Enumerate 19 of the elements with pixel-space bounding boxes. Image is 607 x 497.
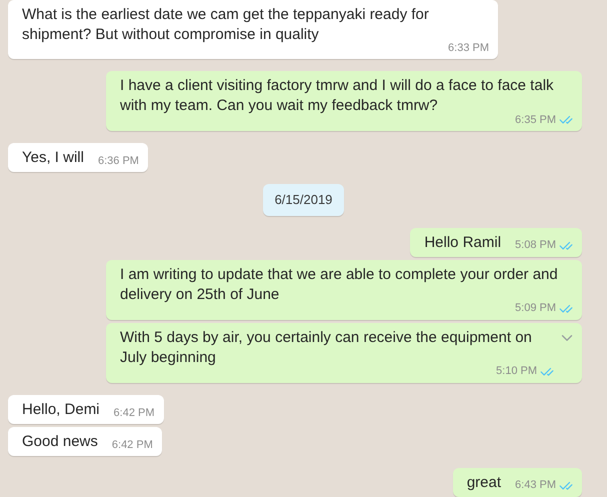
message-time: 6:42 PM [114, 406, 154, 420]
message-time: 5:08 PM [515, 239, 556, 252]
message-time: 6:33 PM [448, 42, 489, 55]
message-text: Good news [22, 432, 98, 452]
message-time: 5:10 PM [496, 365, 537, 378]
message-text: I have a client visiting factory tmrw and I will do a face to face talk with my team. Can you wait my feedback tmrw? [120, 76, 555, 115]
message-time: 6:36 PM [98, 155, 139, 168]
message-time: 6:43 PM [515, 479, 556, 492]
message-text: What is the earliest date we cam get the teppanyaki ready for shipment? But without compromise in quality [22, 5, 430, 45]
message-time: 6:42 PM [112, 438, 153, 452]
message-text: With 5 days by air, you certainly can receive the equipment on July beginning [120, 328, 533, 366]
message-text: great [466, 472, 502, 492]
message-time: 6:35 PM [515, 114, 556, 126]
message-text: Yes, I will [22, 148, 84, 168]
message-time: 5:09 PM [515, 302, 556, 315]
message-text: I am writing to update that we are able to complete your order and delivery on 25th of June [120, 264, 559, 303]
message-text: Hello Ramil [424, 232, 502, 252]
message-text: Hello, Demi [22, 400, 100, 420]
date-chip: 6/15/2019 [262, 184, 344, 216]
